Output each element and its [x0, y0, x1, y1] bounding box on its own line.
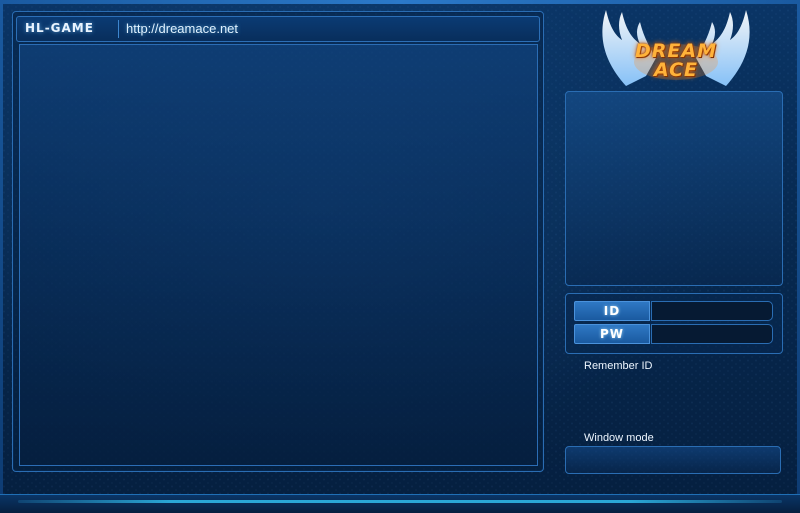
- pw-row: PW: [574, 324, 773, 344]
- id-row: ID: [574, 301, 773, 321]
- winged-logo-icon: DREAM ACE: [596, 6, 756, 98]
- frame-bottom: [0, 494, 800, 513]
- id-label: ID: [574, 301, 650, 321]
- logo-text-ace: ACE: [653, 59, 699, 81]
- frame-top: [0, 0, 800, 4]
- pw-label: PW: [574, 324, 650, 344]
- frame-bottom-accent-line: [18, 500, 782, 503]
- window-mode-label: Window mode: [584, 432, 654, 444]
- id-input[interactable]: [651, 301, 773, 321]
- url-separator: [118, 20, 119, 38]
- url-bar: HL-GAME http://dreamace.net: [16, 16, 540, 42]
- window-mode-select[interactable]: [565, 446, 781, 474]
- url-link[interactable]: http://dreamace.net: [126, 21, 238, 36]
- frame-left: [0, 0, 3, 512]
- info-panel: [565, 91, 783, 286]
- pw-input[interactable]: [651, 324, 773, 344]
- web-view[interactable]: [19, 44, 538, 466]
- remember-id-label[interactable]: Remember ID: [584, 360, 652, 372]
- site-label: HL-GAME: [25, 21, 94, 35]
